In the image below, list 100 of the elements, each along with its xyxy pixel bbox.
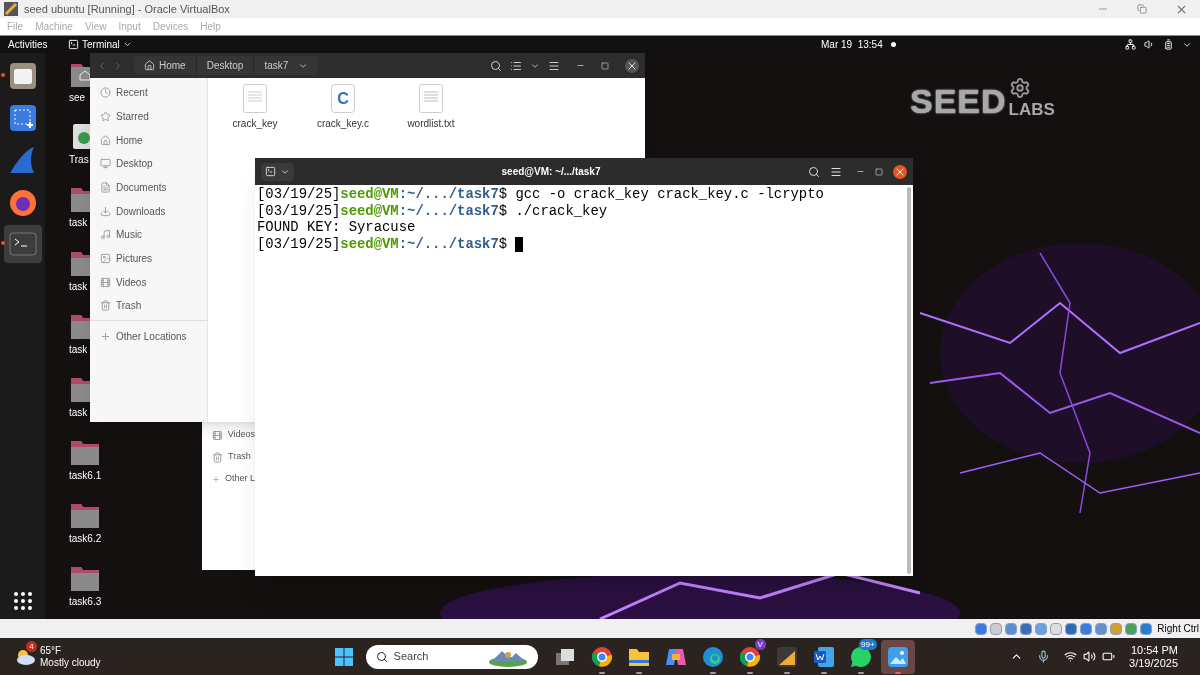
photos-icon [886, 645, 909, 668]
logo-subtext: LABS [1008, 101, 1055, 118]
folder-icon [8, 62, 37, 90]
icon-label: task [69, 216, 88, 230]
sidebar-item[interactable]: Downloads [100, 200, 207, 223]
path-segment[interactable]: Desktop [195, 56, 254, 75]
close-icon[interactable] [893, 164, 907, 179]
search-icon[interactable] [490, 59, 502, 72]
sidebar-item[interactable]: Starred [100, 105, 207, 128]
path-segment[interactable]: Home [134, 56, 196, 75]
starred-icon [100, 110, 111, 122]
menu-icon[interactable] [548, 59, 560, 72]
windows-start-icon[interactable] [333, 646, 354, 667]
wifi-icon[interactable] [1064, 650, 1078, 663]
network-icon[interactable] [1125, 39, 1136, 50]
music-icon [100, 229, 111, 241]
close-icon[interactable] [625, 58, 639, 73]
file-tile[interactable]: C crack_key.c [306, 84, 380, 131]
device-icon[interactable] [1140, 622, 1153, 635]
search-icon[interactable] [808, 165, 820, 178]
maximize-icon[interactable] [601, 61, 609, 70]
document-icon [419, 84, 443, 113]
file-tile[interactable]: crack_key [218, 84, 292, 131]
videos-icon [212, 429, 223, 441]
device-icon[interactable] [1125, 622, 1138, 635]
terminal-icon [68, 39, 79, 50]
tab-icon [265, 166, 276, 177]
taskbar-app[interactable]: 99+ [843, 639, 878, 674]
caret-icon [122, 40, 132, 49]
trash-icon [212, 451, 223, 463]
menu-icon[interactable] [830, 165, 842, 178]
chrome-icon [590, 645, 613, 668]
prompt-path: :~/.../task7 [398, 186, 499, 203]
device-icon[interactable] [1065, 622, 1078, 635]
sidebar-item[interactable]: Music [100, 223, 207, 246]
prompt-sign: $ [498, 186, 509, 203]
desktop-icon [100, 158, 111, 170]
weather-icon [14, 647, 36, 666]
sidebar-item[interactable]: Desktop [100, 152, 207, 175]
maximize-icon[interactable] [875, 167, 883, 176]
taskbar-app[interactable]: V [732, 639, 767, 674]
terminal-icon [8, 230, 37, 258]
prompt-sign: $ [498, 202, 509, 219]
volume-icon[interactable] [1144, 39, 1155, 50]
window-title: seed@VM: ~/.../task7 [500, 165, 602, 179]
documents-icon [100, 181, 111, 193]
home-icon [100, 134, 111, 146]
icon-label: task6.1 [69, 469, 102, 483]
sidebar-item[interactable]: Recent [100, 81, 207, 104]
sidebar-item[interactable]: Videos [100, 271, 207, 294]
icon-label: task6.3 [69, 595, 102, 609]
sidebar-item[interactable]: Pictures [100, 247, 207, 270]
device-icon[interactable] [975, 622, 988, 635]
app-menu[interactable]: Terminal [68, 37, 132, 52]
microphone-icon[interactable] [1037, 650, 1051, 663]
sidebar-item[interactable]: Other Locations [100, 325, 207, 348]
downloads-icon [100, 205, 111, 217]
sidebar-item[interactable]: Videos [212, 424, 255, 446]
sidebar-item[interactable]: Documents [100, 176, 207, 199]
copilot-icon [664, 646, 687, 667]
sidebar-item[interactable]: Home [100, 129, 207, 152]
device-icon[interactable] [1005, 622, 1018, 635]
prompt-path: :~/.../task7 [398, 235, 499, 252]
sidebar-item[interactable]: Trash [100, 294, 207, 317]
taskbar-app[interactable] [880, 639, 915, 674]
app-badge: 99+ [859, 638, 877, 650]
chrome-icon [738, 645, 761, 668]
icon-label: task6.2 [69, 532, 102, 546]
icon-label: task [69, 406, 88, 420]
weather-summary: Mostly cloudy [40, 656, 101, 669]
clock[interactable]: Mar 19 13:54 [361, 37, 883, 52]
taskbar-date: 3/19/2025 [1129, 656, 1178, 670]
device-icon[interactable] [1080, 622, 1093, 635]
virtualbox-icon [4, 2, 18, 16]
device-icon[interactable] [1020, 622, 1033, 635]
icon-label: see [69, 91, 86, 105]
device-icon[interactable] [1095, 622, 1108, 635]
prompt-user: seed@VM [340, 186, 399, 203]
list-view-icon[interactable] [510, 59, 522, 72]
activities-button[interactable]: Activities [8, 37, 68, 52]
search-field[interactable]: Search [365, 644, 538, 669]
sidebar-item[interactable]: Other L [212, 468, 255, 490]
screenshot-icon [8, 104, 37, 132]
new-tab-button[interactable] [261, 162, 294, 181]
app-icon [775, 645, 798, 668]
icon-label: Tras [69, 153, 89, 167]
scrollbar[interactable] [907, 187, 911, 574]
battery-icon[interactable] [1163, 39, 1174, 50]
pictures-icon [100, 253, 111, 264]
edge-icon [701, 645, 724, 668]
sidebar-item[interactable]: Trash [212, 446, 255, 468]
prompt-user: seed@VM [340, 235, 399, 252]
videos-icon [100, 276, 111, 288]
volume-icon[interactable] [1083, 650, 1097, 663]
file-tile[interactable]: wordlist.txt [394, 84, 468, 131]
path-segment[interactable]: task7 [253, 56, 319, 75]
chat-bubble-icon [849, 645, 872, 668]
battery-icon[interactable] [1102, 650, 1116, 663]
terminal-command: ./crack_key [515, 202, 608, 219]
prompt-timestamp: [03/19/25] [257, 186, 341, 203]
